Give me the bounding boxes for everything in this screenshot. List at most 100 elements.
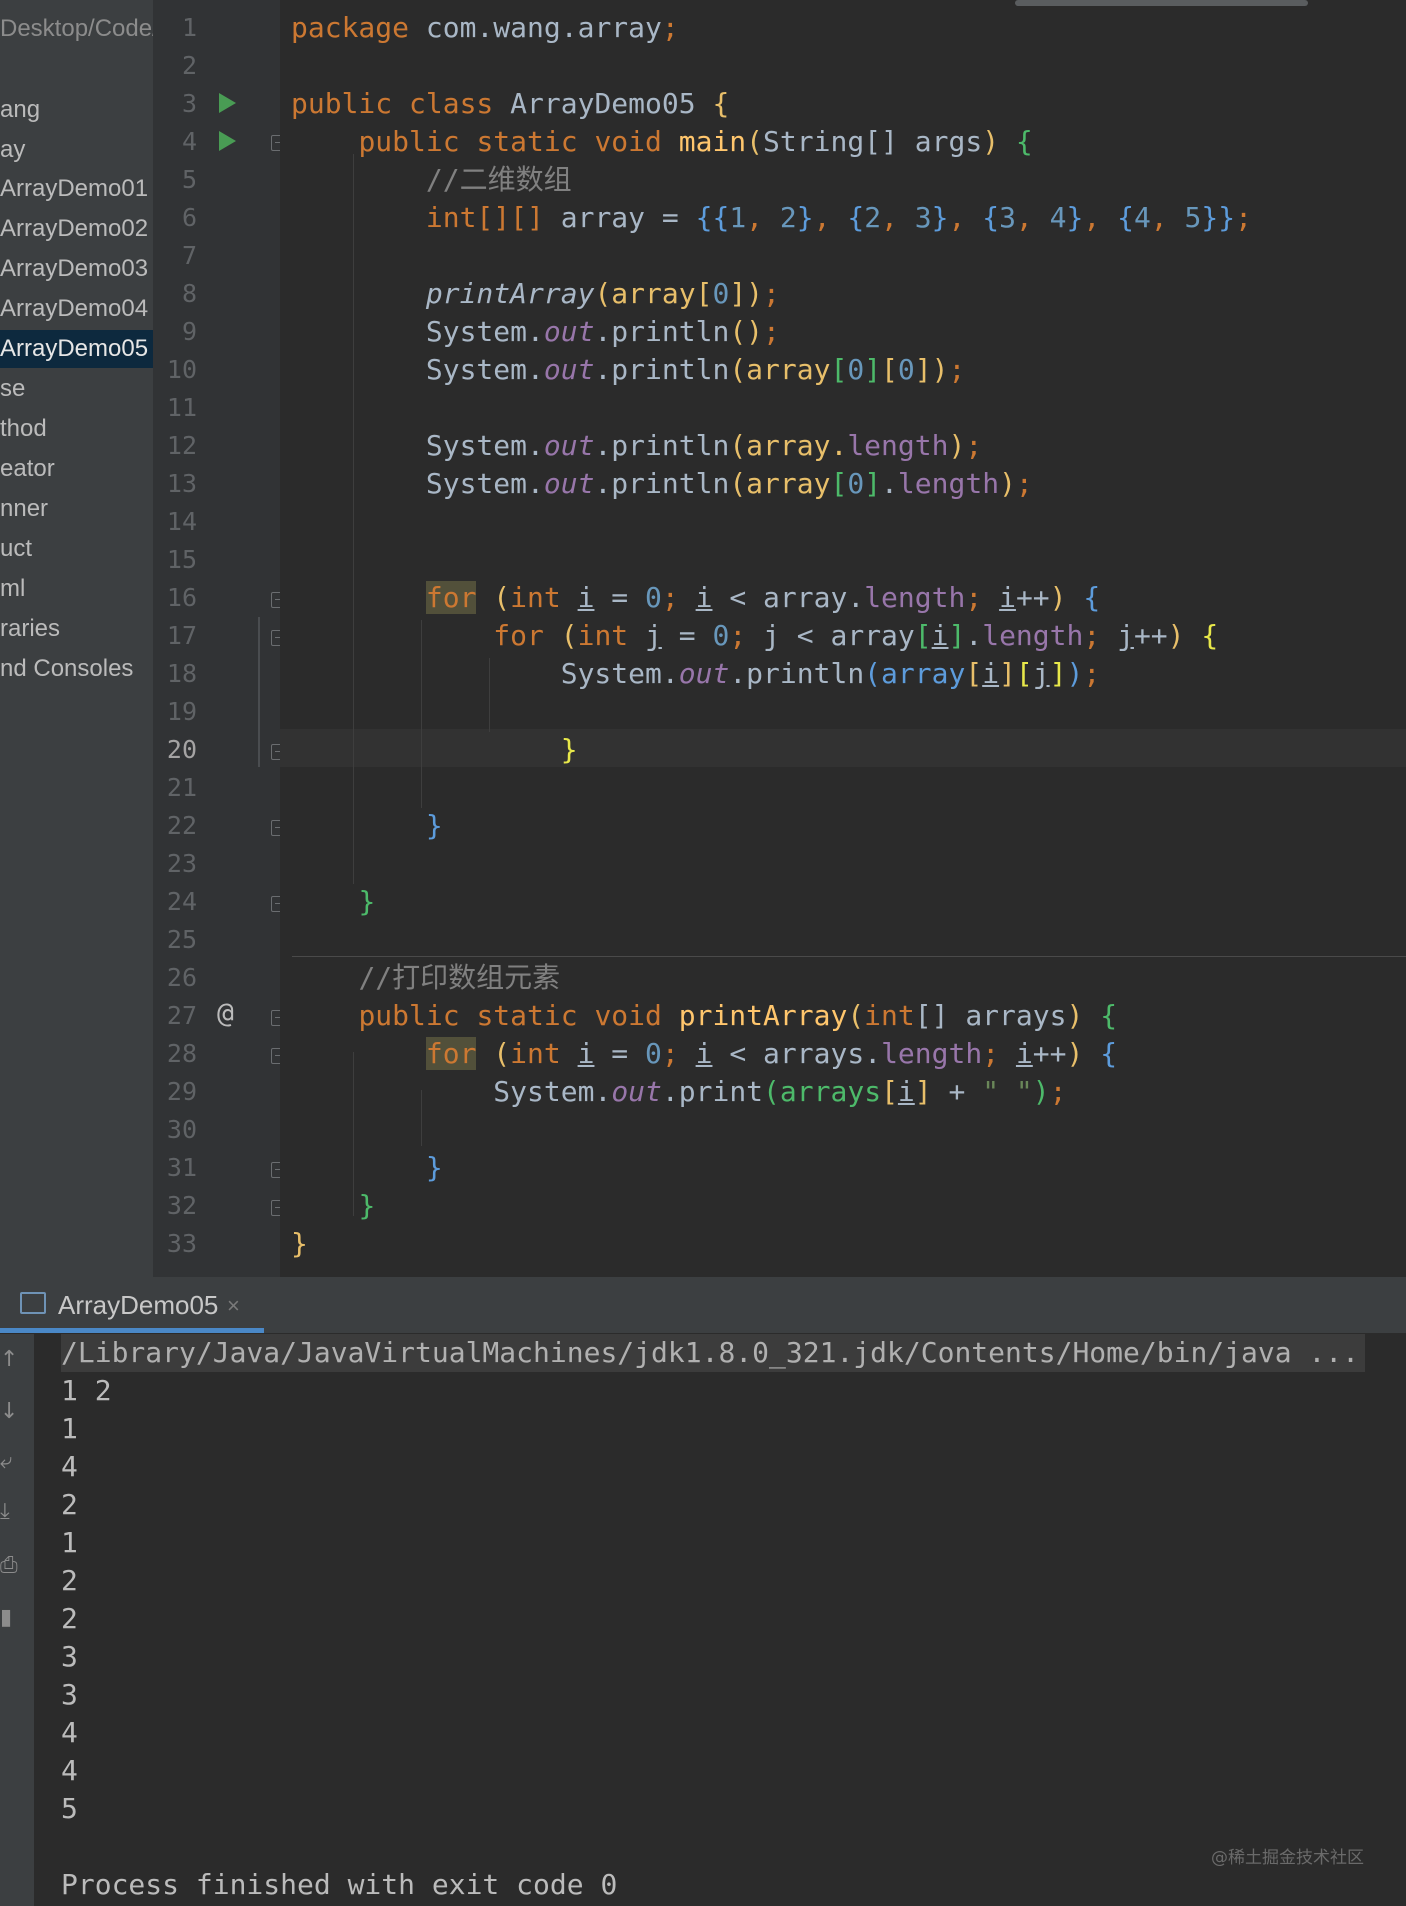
code-line-27: public static void printArray(int[] arra… [358,999,1118,1032]
sidebar-item-package[interactable]: ang [0,91,153,129]
console-line: 2 [61,1602,78,1635]
code-line-22: } [425,809,443,842]
sidebar-item-struct[interactable]: uct [0,530,153,568]
up-arrow-icon[interactable]: ↑ [0,1349,18,1371]
trash-icon[interactable]: ▮ [0,1607,18,1629]
console-line: 2 [61,1564,78,1597]
line-number: 27 [166,1001,197,1030]
down-arrow-icon[interactable]: ↓ [0,1401,18,1423]
sidebar-item-external-libraries[interactable]: raries [0,610,153,648]
code-line-8: printArray(array[0]); [425,277,780,310]
scroll-to-end-icon[interactable]: ⤓ [0,1501,18,1523]
console-command: /Library/Java/JavaVirtualMachines/jdk1.8… [61,1334,1366,1372]
console-output[interactable]: /Library/Java/JavaVirtualMachines/jdk1.8… [34,1334,1406,1906]
sidebar-item-iml[interactable]: ml [0,570,153,608]
sidebar-item-arraydemo05[interactable]: ArrayDemo05 [0,330,153,368]
sidebar-item-arraydemo02[interactable]: ArrayDemo02 [0,210,153,248]
line-number: 18 [166,659,197,688]
run-tab-label: ArrayDemo05 [58,1290,219,1320]
change-marker [258,617,260,767]
line-number: 16 [166,583,197,612]
code-line-18: System.out.println(array[i][j]); [560,657,1101,690]
code-line-13: System.out.println(array[0].length); [425,467,1033,500]
sidebar-path: Desktop/Code/ [0,15,153,42]
line-number: 21 [166,773,197,802]
code-line-1: package com.wang.array; [291,11,679,44]
line-number: 15 [166,545,197,574]
console-line: 3 [61,1678,78,1711]
code-line-16: for (int i = 0; i < array.length; i++) { [425,581,1101,614]
line-number: 30 [166,1115,197,1144]
console-exit-message: Process finished with exit code 0 [61,1868,618,1901]
close-icon[interactable]: × [227,1287,240,1325]
line-number: 6 [181,203,197,232]
code-line-5: //二维数组 [425,163,572,196]
run-tab-arraydemo05[interactable]: ArrayDemo05 × [0,1277,264,1333]
line-number: 29 [166,1077,197,1106]
console-line: 4 [61,1716,78,1749]
sidebar-item-method[interactable]: thod [0,410,153,448]
line-number-current: 20 [166,735,197,764]
run-class-icon[interactable] [219,93,236,113]
line-number: 4 [181,127,197,156]
line-number: 9 [181,317,197,346]
sidebar-item-creator[interactable]: eator [0,450,153,488]
console-line: 1 [61,1526,78,1559]
watermark: @稀土掘金技术社区 [1211,1848,1364,1868]
line-number: 14 [166,507,197,536]
line-number: 19 [166,697,197,726]
code-line-28: for (int i = 0; i < arrays.length; i++) … [425,1037,1118,1070]
code-line-4: public static void main(String[] args) { [358,125,1033,158]
console-line: 1 2 [61,1374,112,1407]
line-number: 25 [166,925,197,954]
console-line: 5 [61,1792,78,1825]
console-line: 4 [61,1450,78,1483]
method-separator [292,956,1406,957]
run-tab-bar: ArrayDemo05 × [0,1277,1406,1334]
line-number: 2 [181,51,197,80]
line-number: 31 [166,1153,197,1182]
code-editor[interactable]: package com.wang.array; public class Arr… [280,0,1406,1277]
code-line-3: public class ArrayDemo05 { [291,87,730,120]
run-main-icon[interactable] [219,131,236,151]
soft-wrap-icon[interactable]: ⤶ [0,1451,18,1473]
line-number: 7 [181,241,197,270]
code-line-9: System.out.println(); [425,315,780,348]
line-number: 24 [166,887,197,916]
sidebar-item-arraydemo04[interactable]: ArrayDemo04 [0,290,153,328]
sidebar-item-array-folder[interactable]: ay [0,131,153,169]
console-line: 4 [61,1754,78,1787]
override-icon: @ [217,996,234,1029]
line-number: 33 [166,1229,197,1258]
sidebar-item-scanner[interactable]: nner [0,490,153,528]
line-number: 23 [166,849,197,878]
code-line-29: System.out.print(arrays[i] + " "); [493,1075,1067,1108]
line-number: 22 [166,811,197,840]
line-number: 26 [166,963,197,992]
sidebar-item-se[interactable]: se [0,370,153,408]
line-number: 28 [166,1039,197,1068]
line-number: 8 [181,279,197,308]
code-line-26: //打印数组元素 [358,961,561,994]
code-line-33: } [291,1227,308,1260]
code-line-31: } [425,1151,443,1184]
line-number: 12 [166,431,197,460]
line-number: 32 [166,1191,197,1220]
active-tab-indicator [0,1328,264,1333]
code-line-10: System.out.println(array[0][0]); [425,353,966,386]
sidebar-item-scratches-consoles[interactable]: nd Consoles [0,650,153,688]
console-line: 2 [61,1488,78,1521]
line-number: 11 [166,393,197,422]
line-number: 5 [181,165,197,194]
console-line: 1 [61,1412,78,1445]
sidebar-item-arraydemo03[interactable]: ArrayDemo03 [0,250,153,288]
indent-guide [353,154,354,884]
line-number: 10 [166,355,197,384]
line-number: 3 [181,89,197,118]
editor-gutter: 1 2 3 4 5 6 7 8 9 10 11 12 13 14 15 16 1… [153,0,280,1277]
sidebar-item-arraydemo01[interactable]: ArrayDemo01 [0,170,153,208]
print-icon[interactable]: ⎙ [0,1555,18,1577]
line-number: 17 [166,621,197,650]
editor-scrollbar[interactable] [1015,0,1308,6]
code-line-6: int[][] array = {{1, 2}, {2, 3}, {3, 4},… [425,201,1252,234]
